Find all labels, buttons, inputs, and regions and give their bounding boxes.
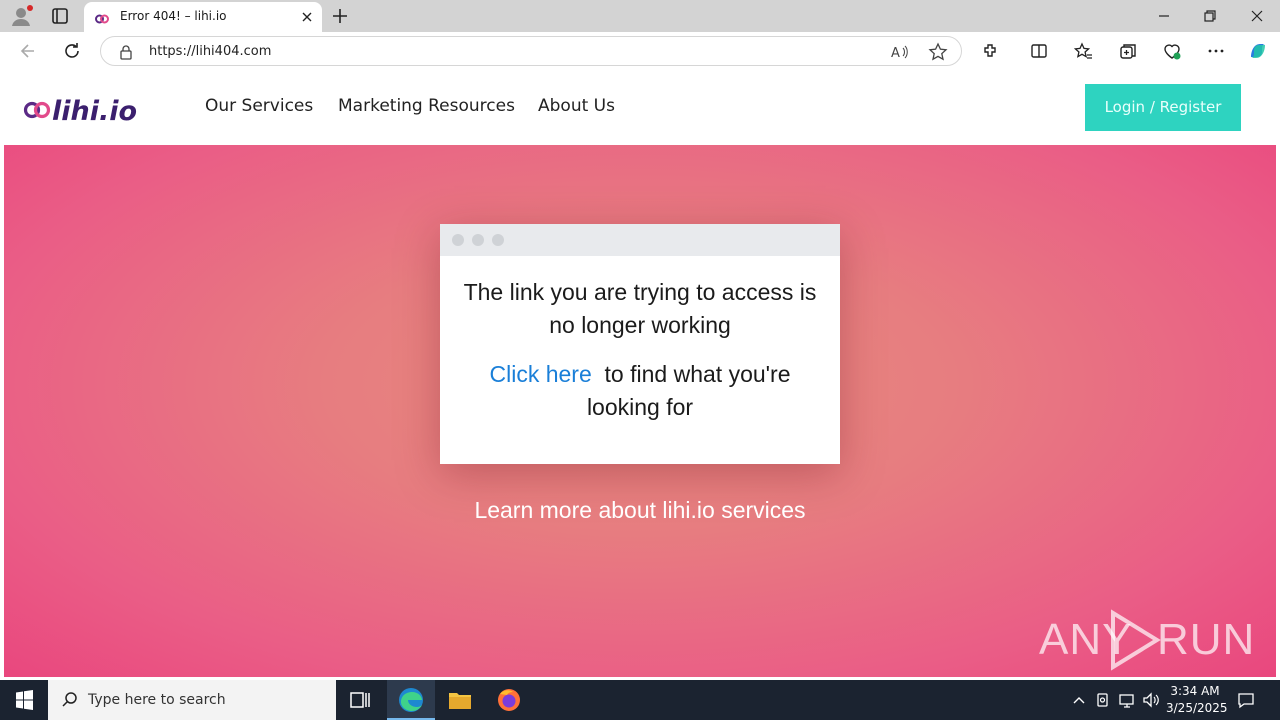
minimize-icon[interactable] [1154,6,1174,26]
svg-text:A: A [891,46,900,61]
firefox-icon[interactable] [485,680,533,720]
play-icon [1111,609,1161,671]
browser-titlebar: Error 404! – lihi.io [0,0,1280,32]
error-card: The link you are trying to access is no … [440,224,840,464]
tab-active[interactable]: Error 404! – lihi.io [84,2,322,32]
login-register-button[interactable]: Login / Register [1085,84,1241,131]
favorites-icon[interactable] [1073,41,1093,61]
clock-date: 3/25/2025 [1166,701,1228,715]
tab-actions-icon[interactable] [48,4,72,28]
watermark-text-run: RUN [1157,615,1256,664]
close-tab-icon[interactable] [300,10,314,24]
search-icon [62,692,77,707]
search-placeholder[interactable]: Type here to search [88,692,226,708]
file-explorer-icon[interactable] [436,680,484,720]
browser-toolbar: https://lihi404.com A [0,32,1280,70]
notification-icon[interactable] [1236,690,1256,710]
web-page: lihi.io Our Services Marketing Resources… [4,70,1276,677]
window-dot [452,234,464,246]
system-clock[interactable]: 3:34 AM 3/25/2025 [1166,683,1228,717]
read-aloud-icon[interactable]: A [889,42,909,62]
window-dot [472,234,484,246]
redirect-message: Click here to find what you're looking f… [460,358,820,424]
taskbar-search[interactable]: Type here to search [48,680,336,720]
nav-our-services[interactable]: Our Services [205,96,313,116]
error-message-text: The link you are trying to access is no … [463,279,817,338]
volume-icon[interactable] [1141,690,1161,710]
windows-start-icon[interactable] [0,680,48,720]
click-here-link[interactable]: Click here [490,361,592,387]
refresh-icon[interactable] [62,41,82,61]
extensions-icon[interactable] [981,41,1001,61]
anyrun-watermark: ANY RUN [1039,607,1254,673]
url-text[interactable]: https://lihi404.com [149,44,271,59]
back-icon[interactable] [18,41,38,61]
new-tab-icon[interactable] [330,6,350,26]
card-window-bar [440,224,840,256]
redirect-message-text: to find what you're looking for [586,361,791,420]
network-icon[interactable] [1117,690,1137,710]
device-icon[interactable] [1093,690,1113,710]
edge-icon [399,688,423,712]
profile-icon[interactable] [10,4,34,28]
window-dot [492,234,504,246]
nav-about-us[interactable]: About Us [538,96,615,116]
nav-marketing-resources[interactable]: Marketing Resources [338,96,515,116]
lock-icon[interactable] [119,44,133,60]
close-window-icon[interactable] [1247,6,1267,26]
split-screen-icon[interactable] [1029,41,1049,61]
error-message: The link you are trying to access is no … [440,276,840,342]
windows-taskbar: Type here to search 3:34 AM 3/25/2025 [0,680,1280,720]
lihi-logo[interactable]: lihi.io [23,90,139,126]
learn-more-link[interactable]: Learn more about lihi.io services [4,497,1276,524]
logo-text: lihi.io [52,96,137,126]
taskbar-edge[interactable] [387,680,435,720]
lihi-favicon-icon [95,14,109,24]
hero-section: The link you are trying to access is no … [4,145,1276,677]
task-view-icon[interactable] [336,680,384,720]
clock-time: 3:34 AM [1170,684,1220,698]
restore-icon[interactable] [1200,6,1220,26]
more-options-icon[interactable] [1206,41,1226,61]
collections-icon[interactable] [1118,41,1138,61]
chevron-up-icon[interactable] [1069,690,1089,710]
browser-essentials-icon[interactable] [1162,41,1182,61]
address-bar[interactable]: https://lihi404.com A [100,36,962,66]
favorite-star-icon[interactable] [928,42,948,62]
copilot-icon[interactable] [1246,39,1270,63]
site-header: lihi.io Our Services Marketing Resources… [4,70,1276,145]
tab-title: Error 404! – lihi.io [120,9,227,23]
